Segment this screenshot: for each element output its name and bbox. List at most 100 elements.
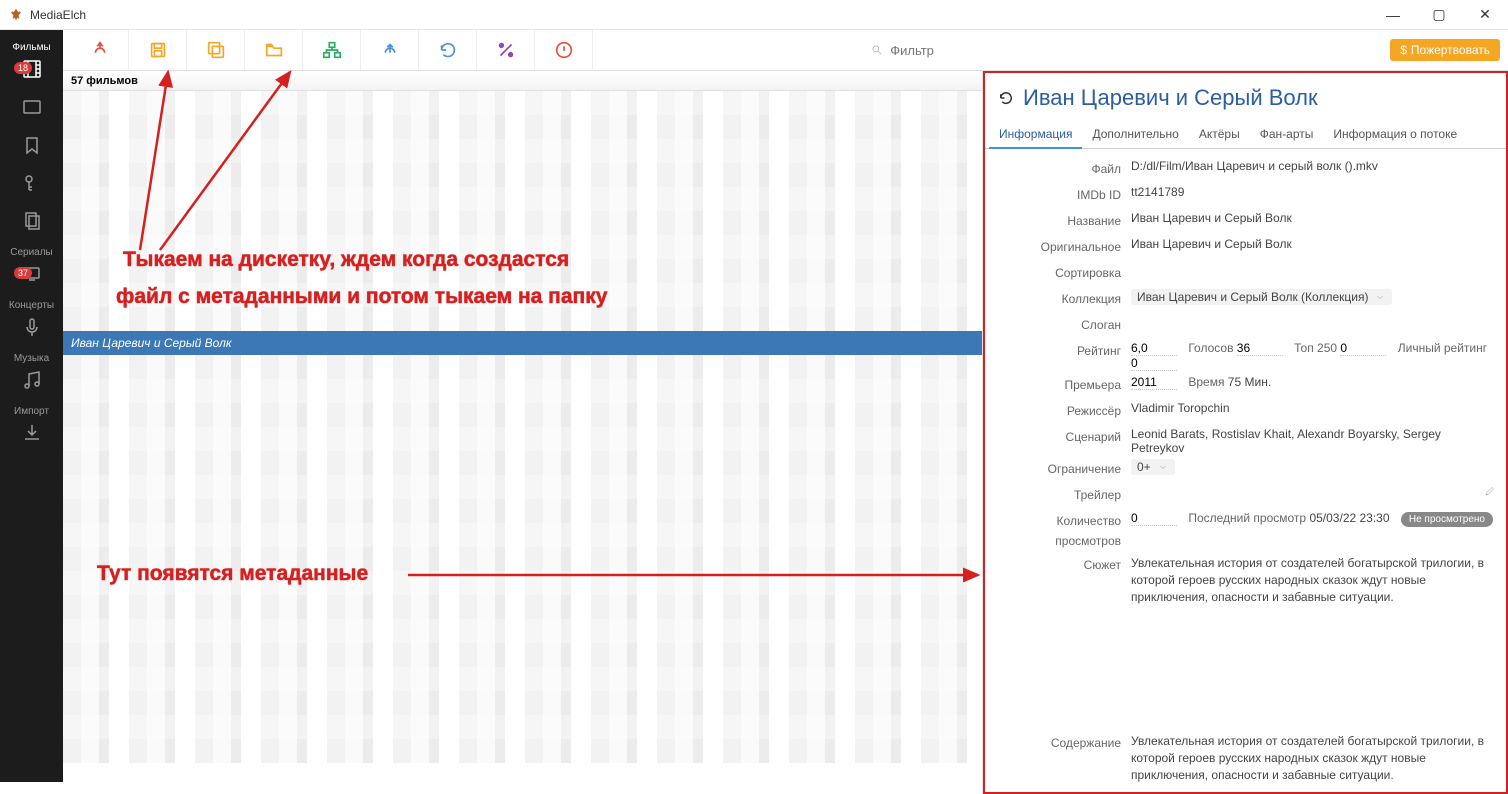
filter-input[interactable] [890, 43, 970, 58]
field-original[interactable]: Иван Царевич и Серый Волк [1131, 237, 1496, 251]
tab-info[interactable]: Информация [989, 121, 1082, 149]
movie-rows[interactable]: Иван Царевич и Серый Волк [63, 91, 982, 794]
list-item[interactable] [63, 139, 982, 163]
titlebar: MediaElch — ▢ ✕ [0, 0, 1508, 30]
field-premiere[interactable] [1131, 375, 1177, 390]
app-logo-icon [8, 7, 24, 23]
nav-import[interactable]: Импорт [0, 398, 63, 451]
nav-bookmarks[interactable] [0, 125, 63, 163]
field-lastplayed[interactable]: 05/03/22 23:30 [1309, 511, 1389, 525]
tab-extra[interactable]: Дополнительно [1082, 121, 1188, 148]
nav-keys[interactable] [0, 163, 63, 201]
upload-button[interactable] [361, 30, 419, 70]
nav-movies[interactable]: Фильмы 18 [0, 34, 63, 87]
field-runtime[interactable]: 75 [1228, 375, 1241, 389]
scrape-button[interactable] [71, 30, 129, 70]
field-collection[interactable]: Иван Царевич и Серый Волк (Коллекция) [1131, 289, 1392, 305]
field-playcount[interactable] [1131, 511, 1177, 526]
maximize-button[interactable]: ▢ [1416, 0, 1462, 30]
minimize-button[interactable]: — [1370, 0, 1416, 30]
field-votes[interactable] [1237, 341, 1283, 356]
detail-pane: Иван Царевич и Серый Волк Информация Доп… [983, 71, 1508, 794]
list-item[interactable] [63, 187, 982, 211]
list-item[interactable] [63, 475, 982, 499]
open-folder-button[interactable] [245, 30, 303, 70]
dollar-icon: $ [1400, 43, 1407, 57]
field-name[interactable]: Иван Царевич и Серый Волк [1131, 211, 1496, 225]
list-item[interactable] [63, 379, 982, 403]
about-button[interactable] [535, 30, 593, 70]
nav-music[interactable]: Музыка [0, 345, 63, 398]
close-button[interactable]: ✕ [1462, 0, 1508, 30]
reload-button[interactable] [419, 30, 477, 70]
donate-button[interactable]: $ Пожертвовать [1390, 39, 1500, 61]
list-item[interactable] [63, 91, 982, 115]
list-item[interactable] [63, 691, 982, 715]
tab-actors[interactable]: Актёры [1189, 121, 1250, 148]
list-item[interactable] [63, 283, 982, 307]
list-item[interactable] [63, 451, 982, 475]
list-item[interactable] [63, 211, 982, 235]
edit-icon[interactable] [1484, 485, 1496, 497]
tab-fanart[interactable]: Фан-арты [1250, 121, 1324, 148]
settings-button[interactable] [477, 30, 535, 70]
field-personal-rating[interactable] [1131, 356, 1177, 371]
search-icon [870, 43, 884, 57]
sidebar: Фильмы 18 Сериалы 37 Концерты Музыка [0, 30, 63, 782]
chevron-down-icon [1157, 461, 1169, 473]
nav-copy[interactable] [0, 201, 63, 239]
organize-button[interactable] [303, 30, 361, 70]
bookmark-icon [20, 133, 44, 157]
list-item[interactable] [63, 739, 982, 763]
list-item[interactable] [63, 619, 982, 643]
detail-tabs: Информация Дополнительно Актёры Фан-арты… [983, 121, 1508, 149]
list-item-selected[interactable]: Иван Царевич и Серый Волк [63, 331, 982, 355]
movie-list: 57 фильмов Иван Царевич и Серый Волк [63, 71, 983, 794]
list-item[interactable] [63, 115, 982, 139]
list-item[interactable] [63, 667, 982, 691]
field-certification[interactable]: 0+ [1131, 459, 1175, 475]
list-item[interactable] [63, 523, 982, 547]
list-item[interactable] [63, 595, 982, 619]
tab-stream[interactable]: Информация о потоке [1323, 121, 1467, 148]
detail-title: Иван Царевич и Серый Волк [1023, 85, 1318, 111]
key-icon [20, 171, 44, 195]
field-content[interactable]: Увлекательная история от создателей бога… [1131, 733, 1496, 783]
mic-icon [20, 315, 44, 339]
movie-count: 57 фильмов [63, 71, 982, 91]
save-all-button[interactable] [187, 30, 245, 70]
list-item[interactable] [63, 643, 982, 667]
unseen-badge[interactable]: Не просмотрено [1401, 512, 1493, 527]
toolbar: $ Пожертвовать [63, 30, 1508, 71]
field-imdb[interactable]: tt2141789 [1131, 185, 1496, 199]
list-item[interactable] [63, 715, 982, 739]
field-file: D:/dl/Film/Иван Царевич и серый волк ().… [1131, 159, 1496, 173]
app-title: MediaElch [30, 8, 86, 22]
chevron-down-icon [1374, 291, 1386, 303]
list-item[interactable] [63, 307, 982, 331]
refresh-icon[interactable] [997, 89, 1015, 107]
list-item[interactable] [63, 547, 982, 571]
field-rating[interactable] [1131, 341, 1177, 356]
copy-icon [20, 209, 44, 233]
list-item[interactable] [63, 403, 982, 427]
list-item[interactable] [63, 571, 982, 595]
list-item[interactable] [63, 259, 982, 283]
nav-collections[interactable] [0, 87, 63, 125]
list-item[interactable] [63, 163, 982, 187]
nav-tvshows[interactable]: Сериалы 37 [0, 239, 63, 292]
save-button[interactable] [129, 30, 187, 70]
folder-icon [20, 95, 44, 119]
nav-concerts[interactable]: Концерты [0, 292, 63, 345]
list-item[interactable] [63, 499, 982, 523]
list-item[interactable] [63, 427, 982, 451]
music-icon [20, 368, 44, 392]
field-plot[interactable]: Увлекательная история от создателей бога… [1131, 555, 1496, 605]
nav-movies-badge: 18 [14, 62, 32, 74]
filter-search[interactable] [870, 43, 970, 58]
field-director[interactable]: Vladimir Toropchin [1131, 401, 1496, 415]
list-item[interactable] [63, 235, 982, 259]
list-item[interactable] [63, 355, 982, 379]
field-scenario[interactable]: Leonid Barats, Rostislav Khait, Alexandr… [1131, 427, 1496, 455]
field-top250[interactable] [1340, 341, 1386, 356]
